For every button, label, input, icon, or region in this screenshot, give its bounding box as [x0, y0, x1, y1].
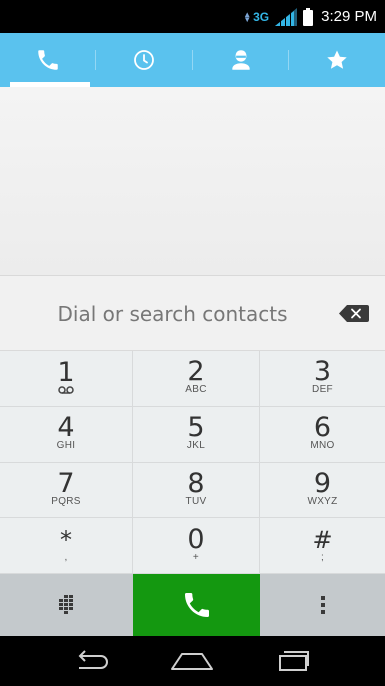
status-indicators: ▲ ▼ 3G 3:29 PM	[243, 0, 377, 33]
tab-contacts[interactable]	[193, 33, 289, 87]
dialer-tab-bar	[0, 33, 385, 87]
dial-input-row: Dial or search contacts	[0, 275, 385, 351]
key-digit: #	[312, 525, 333, 554]
key-letters: TUV	[185, 495, 207, 507]
dialpad-key-star[interactable]: * ,	[0, 518, 133, 574]
data-activity-icon: ▲ ▼	[243, 9, 252, 24]
key-letters: ;	[320, 551, 325, 563]
key-digit: 5	[187, 412, 205, 444]
key-letters: DEF	[312, 384, 333, 396]
dialpad-key-6[interactable]: 6 MNO	[260, 407, 385, 463]
dial-search-field[interactable]: Dial or search contacts	[0, 276, 345, 352]
call-button[interactable]	[133, 574, 260, 636]
key-digit: 6	[313, 412, 332, 444]
key-digit: 8	[187, 467, 205, 499]
signal-strength-icon	[275, 7, 298, 26]
phone-icon	[38, 50, 58, 70]
dialpad-key-0[interactable]: 0 +	[133, 518, 260, 574]
clock-icon	[134, 50, 155, 70]
recent-apps-button[interactable]	[264, 641, 324, 681]
dialpad-key-7[interactable]: 7 PQRS	[0, 462, 133, 519]
battery-icon	[303, 7, 314, 26]
recent-apps-icon	[279, 651, 310, 671]
back-button[interactable]	[61, 641, 121, 681]
key-digit: 2	[187, 356, 205, 388]
key-digit: 0	[187, 523, 205, 555]
system-nav-bar	[0, 636, 385, 686]
key-digit: 4	[57, 412, 75, 444]
dialpad-toggle-button[interactable]	[0, 574, 133, 636]
key-letters: JKL	[186, 440, 206, 452]
key-digit: 3	[313, 356, 332, 388]
key-letters: ABC	[185, 384, 207, 396]
contact-icon	[231, 50, 250, 70]
search-results-area	[0, 87, 385, 275]
dialpad-icon	[58, 595, 73, 614]
dialpad-key-2[interactable]: 2 ABC	[133, 351, 260, 407]
status-bar: ▲ ▼ 3G 3:29 PM	[0, 0, 385, 33]
key-letters: ,	[64, 551, 68, 563]
dialpad-key-9[interactable]: 9 WXYZ	[260, 463, 385, 519]
dialpad-key-pound[interactable]: # ;	[260, 518, 385, 574]
dialpad-key-1[interactable]: 1	[0, 351, 133, 407]
call-icon	[184, 593, 209, 617]
key-letters: MNO	[310, 440, 335, 452]
overflow-menu-icon	[320, 596, 325, 614]
tab-favorites[interactable]	[289, 33, 385, 87]
dialpad-key-4[interactable]: 4 GHI	[0, 406, 133, 463]
key-digit: *	[60, 525, 72, 554]
overflow-menu-button[interactable]	[260, 574, 385, 636]
network-indicator: ▲ ▼ 3G	[243, 10, 269, 24]
network-type-label: 3G	[253, 9, 270, 24]
star-icon	[327, 50, 347, 69]
key-letters: +	[192, 551, 200, 563]
dialpad-key-3[interactable]: 3 DEF	[260, 351, 385, 407]
key-digit: 7	[57, 467, 75, 499]
key-digit: 9	[313, 467, 332, 499]
home-icon	[171, 653, 214, 670]
dialpad-key-5[interactable]: 5 JKL	[133, 406, 260, 463]
status-clock: 3:29 PM	[321, 8, 377, 25]
tab-phone[interactable]	[0, 33, 97, 87]
key-letters: GHI	[56, 440, 76, 452]
dialpad-key-8[interactable]: 8 TUV	[133, 462, 260, 519]
home-button[interactable]	[162, 641, 222, 681]
tab-recents[interactable]	[96, 33, 193, 87]
key-digit: 1	[57, 357, 75, 389]
voicemail-icon	[58, 386, 74, 395]
key-letters: PQRS	[51, 495, 81, 507]
back-icon	[78, 650, 108, 669]
backspace-icon[interactable]	[339, 305, 369, 322]
key-letters: WXYZ	[307, 495, 338, 507]
dialer-action-row	[0, 574, 385, 636]
dialpad: 1 2 ABC 3 DEF 4 GHI 5 JKL 6 MNO 7 PQRS 8…	[0, 351, 385, 574]
